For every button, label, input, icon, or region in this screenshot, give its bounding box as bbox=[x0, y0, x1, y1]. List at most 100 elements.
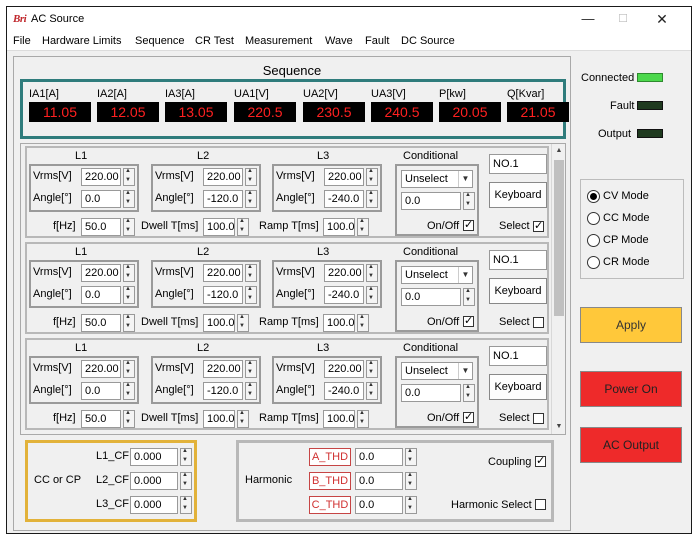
freq-input[interactable]: 50.0 bbox=[81, 218, 121, 236]
select-checkbox[interactable] bbox=[533, 219, 544, 232]
freq-spinner[interactable] bbox=[123, 218, 135, 236]
ac-output-button[interactable]: AC Output bbox=[580, 427, 682, 463]
keyboard-button[interactable]: Keyboard bbox=[489, 374, 547, 400]
cp-mode-radio[interactable] bbox=[587, 234, 600, 247]
ramp-input[interactable]: 100.0 bbox=[323, 410, 355, 428]
scroll-thumb[interactable] bbox=[554, 160, 564, 316]
onoff-checkbox[interactable] bbox=[463, 410, 474, 423]
select-checkbox[interactable] bbox=[533, 413, 544, 424]
menu-hardware-limits[interactable]: Hardware Limits bbox=[42, 35, 121, 47]
power-on-button[interactable]: Power On bbox=[580, 371, 682, 407]
l2-angle-input[interactable]: -120.0 bbox=[203, 286, 243, 304]
l1-vrms-spinner[interactable] bbox=[123, 264, 135, 282]
menu-fault[interactable]: Fault bbox=[365, 35, 389, 47]
l3-angle-input[interactable]: -240.0 bbox=[324, 190, 364, 208]
l1-angle-input[interactable]: 0.0 bbox=[81, 286, 121, 304]
l2-cf-spinner[interactable] bbox=[180, 472, 192, 490]
conditional-value-input[interactable]: 0.0 bbox=[401, 384, 461, 402]
l1-vrms-input[interactable]: 220.00 bbox=[81, 264, 121, 282]
menu-cr-test[interactable]: CR Test bbox=[195, 35, 234, 47]
l2-vrms-spinner[interactable] bbox=[245, 360, 257, 378]
l1-vrms-spinner[interactable] bbox=[123, 360, 135, 378]
conditional-spinner[interactable] bbox=[463, 384, 475, 402]
l2-angle-input[interactable]: -120.0 bbox=[203, 382, 243, 400]
scroll-up-icon[interactable]: ▲ bbox=[552, 144, 565, 158]
step-number-field[interactable]: NO.1 bbox=[489, 346, 547, 366]
l3-angle-spinner[interactable] bbox=[366, 382, 378, 400]
conditional-value-input[interactable]: 0.0 bbox=[401, 288, 461, 306]
conditional-spinner[interactable] bbox=[463, 192, 475, 210]
l3-vrms-spinner[interactable] bbox=[366, 168, 378, 186]
l2-angle-spinner[interactable] bbox=[245, 190, 257, 208]
menu-file[interactable]: File bbox=[13, 35, 31, 47]
l3-angle-input[interactable]: -240.0 bbox=[324, 382, 364, 400]
l2-angle-spinner[interactable] bbox=[245, 382, 257, 400]
l2-angle-spinner[interactable] bbox=[245, 286, 257, 304]
l2-vrms-input[interactable]: 220.00 bbox=[203, 264, 243, 282]
l1-vrms-spinner[interactable] bbox=[123, 168, 135, 186]
keyboard-button[interactable]: Keyboard bbox=[489, 182, 547, 208]
dwell-input[interactable]: 100.0 bbox=[203, 314, 235, 332]
conditional-spinner[interactable] bbox=[463, 288, 475, 306]
ramp-input[interactable]: 100.0 bbox=[323, 314, 355, 332]
l3-angle-spinner[interactable] bbox=[366, 286, 378, 304]
scroll-down-icon[interactable]: ▼ bbox=[552, 420, 565, 434]
l3-cf-spinner[interactable] bbox=[180, 496, 192, 514]
c-thd-input[interactable]: 0.0 bbox=[355, 496, 403, 514]
freq-input[interactable]: 50.0 bbox=[81, 314, 121, 332]
sequence-list[interactable]: L1 L2 L3 Conditional Vrms[V] 220.00 Angl… bbox=[20, 143, 566, 435]
menu-dc-source[interactable]: DC Source bbox=[401, 35, 455, 47]
minimize-button[interactable]: — bbox=[573, 9, 603, 29]
dwell-spinner[interactable] bbox=[237, 218, 249, 236]
close-button[interactable]: ✕ bbox=[647, 9, 677, 29]
b-thd-spinner[interactable] bbox=[405, 472, 417, 490]
l1-angle-spinner[interactable] bbox=[123, 190, 135, 208]
a-thd-spinner[interactable] bbox=[405, 448, 417, 466]
ramp-spinner[interactable] bbox=[357, 218, 369, 236]
conditional-select[interactable]: Unselect ▼ bbox=[401, 266, 473, 284]
cr-mode-radio[interactable] bbox=[587, 256, 600, 269]
l3-vrms-spinner[interactable] bbox=[366, 360, 378, 378]
l2-cf-input[interactable]: 0.000 bbox=[130, 472, 178, 490]
cv-mode-label[interactable]: CV Mode bbox=[603, 190, 649, 202]
onoff-checkbox[interactable] bbox=[463, 314, 474, 327]
l1-vrms-input[interactable]: 220.00 bbox=[81, 168, 121, 186]
l2-vrms-spinner[interactable] bbox=[245, 168, 257, 186]
cc-mode-radio[interactable] bbox=[587, 212, 600, 225]
l3-vrms-spinner[interactable] bbox=[366, 264, 378, 282]
freq-spinner[interactable] bbox=[123, 410, 135, 428]
l1-angle-input[interactable]: 0.0 bbox=[81, 382, 121, 400]
ramp-input[interactable]: 100.0 bbox=[323, 218, 355, 236]
c-thd-spinner[interactable] bbox=[405, 496, 417, 514]
dwell-input[interactable]: 100.0 bbox=[203, 410, 235, 428]
conditional-select[interactable]: Unselect ▼ bbox=[401, 362, 473, 380]
conditional-select[interactable]: Unselect ▼ bbox=[401, 170, 473, 188]
apply-button[interactable]: Apply bbox=[580, 307, 682, 343]
l3-angle-input[interactable]: -240.0 bbox=[324, 286, 364, 304]
l2-angle-input[interactable]: -120.0 bbox=[203, 190, 243, 208]
menu-sequence[interactable]: Sequence bbox=[135, 35, 185, 47]
l3-angle-spinner[interactable] bbox=[366, 190, 378, 208]
l1-angle-spinner[interactable] bbox=[123, 286, 135, 304]
l2-vrms-input[interactable]: 220.00 bbox=[203, 168, 243, 186]
freq-input[interactable]: 50.0 bbox=[81, 410, 121, 428]
l2-vrms-spinner[interactable] bbox=[245, 264, 257, 282]
l3-vrms-input[interactable]: 220.00 bbox=[324, 360, 364, 378]
l2-vrms-input[interactable]: 220.00 bbox=[203, 360, 243, 378]
dwell-input[interactable]: 100.0 bbox=[203, 218, 235, 236]
select-checkbox[interactable] bbox=[533, 317, 544, 328]
coupling-checkbox[interactable] bbox=[535, 454, 546, 467]
ramp-spinner[interactable] bbox=[357, 410, 369, 428]
onoff-checkbox[interactable] bbox=[463, 218, 474, 231]
menu-measurement[interactable]: Measurement bbox=[245, 35, 312, 47]
conditional-value-input[interactable]: 0.0 bbox=[401, 192, 461, 210]
l1-cf-input[interactable]: 0.000 bbox=[130, 448, 178, 466]
l3-cf-input[interactable]: 0.000 bbox=[130, 496, 178, 514]
menu-wave[interactable]: Wave bbox=[325, 35, 353, 47]
dwell-spinner[interactable] bbox=[237, 314, 249, 332]
l1-vrms-input[interactable]: 220.00 bbox=[81, 360, 121, 378]
step-number-field[interactable]: NO.1 bbox=[489, 154, 547, 174]
l1-angle-input[interactable]: 0.0 bbox=[81, 190, 121, 208]
harmonic-select-checkbox[interactable] bbox=[535, 499, 546, 510]
step-number-field[interactable]: NO.1 bbox=[489, 250, 547, 270]
